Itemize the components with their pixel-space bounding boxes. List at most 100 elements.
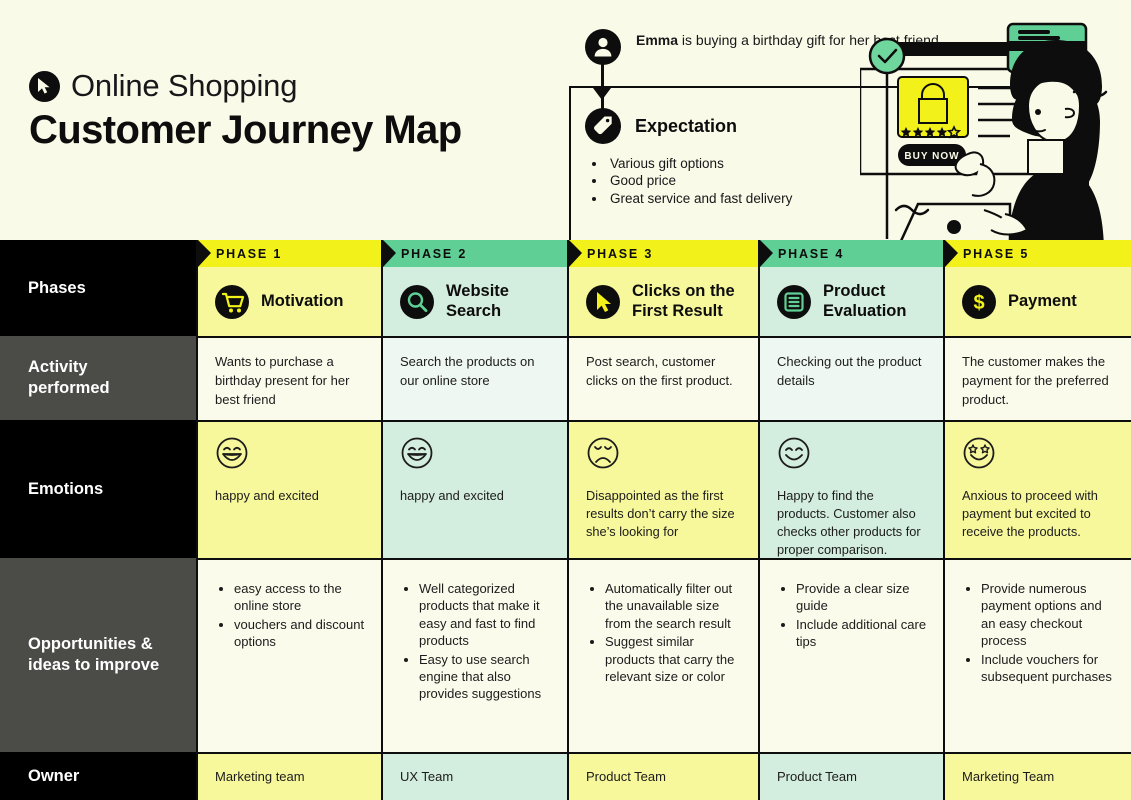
phase-title-row: Website Search — [383, 267, 567, 336]
phase-title-row: Product Evaluation — [760, 267, 943, 336]
smile-face-icon — [777, 437, 811, 474]
phase-column-5: PHASE 5 $ Payment The customer makes the pa… — [943, 240, 1131, 800]
person-icon — [585, 29, 621, 65]
owner-cell: UX Team — [381, 752, 567, 800]
emotion-cell: Happy to find the products. Customer als… — [758, 420, 943, 558]
expectation-list-item: Various gift options — [607, 155, 792, 172]
magnifier-icon — [400, 284, 434, 319]
persona-connector-arrow — [593, 88, 611, 100]
shopping-cart-icon — [215, 284, 249, 319]
page-title: Customer Journey Map — [29, 108, 462, 152]
activity-cell: The customer makes the payment for the p… — [943, 336, 1131, 420]
opportunity-item: easy access to the online store — [234, 580, 367, 615]
arrow-notch-icon — [383, 240, 396, 267]
opportunity-item: Suggest similar products that carry the … — [605, 633, 744, 685]
owner-cell: Product Team — [567, 752, 758, 800]
opportunities-cell: Provide a clear size guideInclude additi… — [758, 558, 943, 752]
activity-cell: Post search, customer clicks on the firs… — [567, 336, 758, 420]
owner-cell: Marketing Team — [943, 752, 1131, 800]
phase-number-label: PHASE 4 — [778, 246, 845, 261]
phase-name-label: Motivation — [261, 291, 344, 310]
emotion-caption: Happy to find the products. Customer als… — [777, 488, 921, 558]
row-label-emotions: Emotions — [0, 420, 196, 558]
phase-number-label: PHASE 5 — [963, 246, 1030, 261]
activity-cell: Wants to purchase a birthday present for… — [196, 336, 381, 420]
phase-number-bar: PHASE 5 — [945, 240, 1131, 267]
phase-number-bar: PHASE 3 — [569, 240, 758, 267]
emotion-cell: happy and excited — [196, 420, 381, 558]
phase-number-label: PHASE 2 — [401, 246, 468, 261]
opportunities-cell: Automatically filter out the unavailable… — [567, 558, 758, 752]
sad-face-icon — [586, 437, 620, 474]
phase-header-cell[interactable]: PHASE 5 $ Payment — [943, 240, 1131, 336]
page-kicker: Online Shopping — [29, 68, 462, 104]
phase-title-row: $ Payment — [945, 267, 1131, 336]
row-label-activity: Activity performed — [0, 336, 196, 420]
tag-icon — [585, 108, 621, 144]
phase-name-label: Website Search — [446, 282, 509, 320]
expectation-list-item: Good price — [607, 172, 792, 189]
phase-name-label: Product Evaluation — [823, 282, 907, 320]
arrow-notch-icon — [760, 240, 773, 267]
emotion-cell: Anxious to proceed with payment but exci… — [943, 420, 1131, 558]
shopping-illustration: BUY NOW — [858, 14, 1131, 256]
activity-cell: Checking out the product details — [758, 336, 943, 420]
arrow-notch-icon — [945, 240, 958, 267]
row-divider — [196, 420, 1131, 422]
phase-name-label: Payment — [1008, 291, 1077, 310]
phase-number-bar: PHASE 1 — [198, 240, 381, 267]
activity-cell: Search the products on our online store — [381, 336, 567, 420]
row-label-opportunities: Opportunities & ideas to improve — [0, 558, 196, 752]
phase-number-bar: PHASE 2 — [383, 240, 567, 267]
opportunity-item: Provide numerous payment options and an … — [981, 580, 1117, 650]
row-label-owner: Owner — [0, 752, 196, 800]
phase-header-cell[interactable]: PHASE 2 Website Search — [381, 240, 567, 336]
cursor-icon — [586, 284, 620, 319]
grin-face-icon — [215, 437, 249, 474]
opportunity-list: Well categorized products that make it e… — [419, 580, 553, 703]
opportunity-item: vouchers and discount options — [234, 616, 367, 651]
opportunity-list: Provide a clear size guideInclude additi… — [796, 580, 929, 651]
persona-name: Emma — [636, 32, 679, 48]
opportunity-item: Well categorized products that make it e… — [419, 580, 553, 650]
star-eyes-face-icon — [962, 437, 996, 474]
emotion-caption: happy and excited — [400, 488, 504, 503]
opportunity-list: Automatically filter out the unavailable… — [605, 580, 744, 685]
arrow-notch-icon — [569, 240, 582, 267]
emotion-caption: Anxious to proceed with payment but exci… — [962, 488, 1098, 540]
expectation-list-item: Great service and fast delivery — [607, 190, 792, 207]
opportunity-item: Easy to use search engine that also prov… — [419, 651, 553, 703]
row-divider — [196, 336, 1131, 338]
phase-header-cell[interactable]: PHASE 4 Product Evaluation — [758, 240, 943, 336]
cursor-icon — [29, 70, 60, 102]
journey-grid: Phases Activity performed Emotions Opportun… — [0, 240, 1131, 800]
dollar-icon: $ — [962, 284, 996, 319]
opportunities-cell: Provide numerous payment options and an … — [943, 558, 1131, 752]
phase-header-cell[interactable]: PHASE 1 Motivation — [196, 240, 381, 336]
expectation-list: Various gift optionsGood priceGreat serv… — [590, 155, 792, 207]
arrow-notch-icon — [198, 240, 211, 267]
opportunities-cell: Well categorized products that make it e… — [381, 558, 567, 752]
svg-text:$: $ — [973, 292, 984, 314]
owner-cell: Marketing team — [196, 752, 381, 800]
opportunities-cell: easy access to the online storevouchers … — [196, 558, 381, 752]
phase-title-row: Clicks on the First Result — [569, 267, 758, 336]
row-divider — [196, 752, 1131, 754]
page-title-block: Online Shopping Customer Journey Map — [29, 68, 462, 153]
opportunity-list: Provide numerous payment options and an … — [981, 580, 1117, 685]
kicker-label: Online Shopping — [71, 68, 298, 103]
emotion-caption: happy and excited — [215, 488, 319, 503]
row-divider — [196, 558, 1131, 560]
opportunity-list: easy access to the online storevouchers … — [234, 580, 367, 651]
opportunity-item: Include vouchers for subsequent purchase… — [981, 651, 1117, 686]
phase-column-2: PHASE 2 Website Search Search the products… — [381, 240, 567, 800]
expectation-title: Expectation — [635, 115, 738, 136]
phase-column-1: PHASE 1 Motivation Wants to purchase a bir… — [196, 240, 381, 800]
owner-cell: Product Team — [758, 752, 943, 800]
persona-connector-line — [601, 62, 604, 112]
row-label-phases: Phases — [0, 240, 196, 336]
phase-header-cell[interactable]: PHASE 3 Clicks on the First Result — [567, 240, 758, 336]
phase-title-row: Motivation — [198, 267, 381, 336]
opportunity-item: Automatically filter out the unavailable… — [605, 580, 744, 632]
emotion-caption: Disappointed as the first results don’t … — [586, 488, 735, 540]
